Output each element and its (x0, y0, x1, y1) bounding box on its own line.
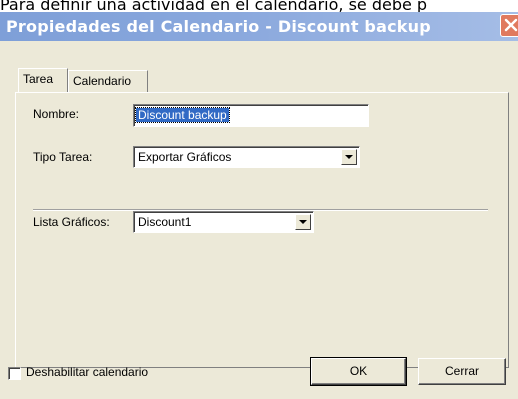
close-button[interactable] (500, 14, 518, 37)
tipo-tarea-dropdown-button[interactable] (341, 149, 357, 165)
tab-calendario-label: Calendario (73, 74, 132, 88)
nombre-label: Nombre: (33, 107, 80, 121)
lista-graficos-value: Discount1 (138, 215, 192, 229)
tipo-tarea-select[interactable]: Exportar Gráficos (133, 146, 360, 168)
close-icon (504, 18, 518, 32)
chevron-down-icon (299, 220, 307, 224)
lista-graficos-select[interactable]: Discount1 (133, 211, 314, 233)
tab-tarea-label: Tarea (23, 72, 54, 86)
lista-graficos-label: Lista Gráficos: (33, 215, 110, 229)
cerrar-button[interactable]: Cerrar (418, 358, 506, 385)
deshabilitar-label: Deshabilitar calendario (26, 365, 149, 379)
nombre-value: Discount backup (135, 107, 230, 123)
lista-graficos-dropdown-button[interactable] (295, 214, 311, 230)
title-bar[interactable]: Propiedades del Calendario - Discount ba… (0, 12, 518, 41)
window-title: Propiedades del Calendario - Discount ba… (6, 17, 431, 36)
tipo-tarea-label: Tipo Tarea: (33, 150, 93, 164)
nombre-input[interactable]: Discount backup (133, 104, 369, 127)
properties-dialog: Propiedades del Calendario - Discount ba… (0, 12, 518, 399)
tab-calendario[interactable]: Calendario (68, 70, 148, 92)
tipo-tarea-value: Exportar Gráficos (138, 150, 232, 164)
dialog-client-area: Tarea Calendario Nombre: Discount backup… (0, 41, 518, 399)
deshabilitar-checkbox[interactable] (8, 367, 21, 380)
tab-tarea[interactable]: Tarea (18, 68, 68, 92)
chevron-down-icon (345, 155, 353, 159)
ok-button[interactable]: OK (310, 357, 407, 386)
